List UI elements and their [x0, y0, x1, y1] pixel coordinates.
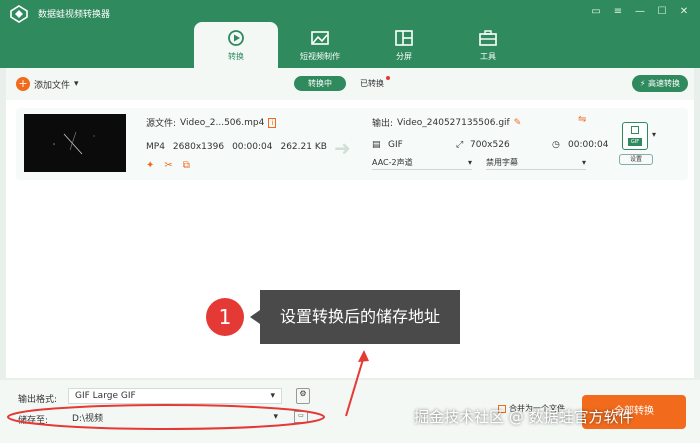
- app-title: 数据蛙视频转换器: [38, 10, 111, 20]
- tab-converting[interactable]: 转换中: [294, 76, 346, 91]
- chevron-down-icon: ▾: [467, 158, 472, 167]
- magic-wand-icon[interactable]: ✦: [146, 160, 154, 171]
- lightning-icon: ⚡: [639, 79, 646, 88]
- folder-icon[interactable]: ▭: [294, 411, 308, 423]
- save-path-value: D:\视频: [72, 413, 103, 424]
- convert-toolbar: + 添加文件 ▾ 转换中 已转换 ⚡ 高速转换: [6, 68, 694, 100]
- edit-tools: ✦ ✂ ⧉: [146, 160, 190, 171]
- tab-toolbox-label: 工具: [480, 52, 496, 61]
- maximize-icon[interactable]: ☐: [654, 4, 670, 20]
- output-name: Video_240527135506.gif: [397, 117, 510, 128]
- tutorial-callout: 1 设置转换后的储存地址: [206, 290, 461, 344]
- tab-split-screen-label: 分屏: [396, 52, 412, 61]
- scissors-icon[interactable]: ✂: [164, 160, 172, 171]
- output-format-label: 输出格式:: [18, 395, 58, 405]
- tab-mv[interactable]: 短视频制作: [278, 22, 362, 68]
- chevron-down-icon[interactable]: ▾: [652, 130, 656, 139]
- source-duration: 00:00:04: [232, 142, 273, 152]
- tab-converted[interactable]: 已转换: [360, 76, 390, 89]
- file-item: 源文件: Video_2...506.mp4 i MP4 2680x1396 0…: [16, 108, 688, 180]
- chevron-down-icon: ▾: [581, 158, 586, 167]
- output-format: GIF: [388, 140, 403, 150]
- title-bar: 数据蛙视频转换器 ▭ ≡ — ☐ ✕ 转换 短视频制作 分屏 工具: [0, 0, 700, 68]
- resize-icon: ⤢: [456, 140, 464, 150]
- output-format-button[interactable]: GIF: [622, 122, 648, 150]
- step-number: 1: [206, 298, 244, 336]
- format-settings-icon[interactable]: ⚙: [296, 388, 310, 404]
- subtitle-value: 禁用字幕: [486, 158, 518, 167]
- fast-convert-button[interactable]: ⚡ 高速转换: [631, 75, 688, 92]
- toolbox-icon: [479, 30, 497, 46]
- watermark-text: 掘金技术社区 @ 数据蛙官方软件: [414, 408, 634, 426]
- mv-icon: [311, 31, 329, 45]
- tab-mv-label: 短视频制作: [300, 52, 340, 61]
- save-to-label: 储存至:: [18, 416, 49, 426]
- app-logo-icon: [10, 5, 28, 23]
- video-thumbnail[interactable]: [24, 114, 126, 172]
- plus-icon: +: [16, 77, 30, 91]
- minimize-icon[interactable]: —: [632, 4, 648, 20]
- clock-icon: ◷: [552, 140, 560, 150]
- source-format: MP4: [146, 142, 165, 152]
- merge-icon[interactable]: ⇋: [578, 114, 586, 125]
- window-controls: ▭ ≡ — ☐ ✕: [588, 4, 692, 20]
- settings-button[interactable]: 设置: [619, 154, 653, 165]
- pencil-icon[interactable]: ✎: [514, 118, 522, 128]
- chevron-down-icon[interactable]: ▾: [74, 79, 79, 89]
- source-meta: MP4 2680x1396 00:00:04 262.21 KB: [146, 142, 327, 152]
- subtitle-edit-icon[interactable]: ⧉: [183, 160, 190, 171]
- convert-status-tabs: 转换中 已转换: [294, 76, 390, 91]
- audio-track-select[interactable]: AAC-2声道 ▾: [372, 156, 472, 170]
- output-resolution: 700x526: [470, 140, 510, 150]
- output-file-name: 输出: Video_240527135506.gif ✎: [372, 116, 522, 130]
- fast-convert-label: 高速转换: [648, 79, 680, 88]
- subtitle-select[interactable]: 禁用字幕 ▾: [486, 156, 586, 170]
- new-badge-dot: [386, 76, 390, 80]
- thumbnail-art: [53, 131, 95, 155]
- tab-convert[interactable]: 转换: [194, 22, 278, 68]
- source-file-name: 源文件: Video_2...506.mp4 i: [146, 116, 277, 129]
- source-label: 源文件:: [146, 119, 177, 129]
- info-icon[interactable]: i: [268, 117, 277, 128]
- tab-toolbox[interactable]: 工具: [446, 22, 530, 68]
- arrow-right-icon: ➜: [334, 136, 351, 160]
- callout-text: 设置转换后的储存地址: [249, 290, 461, 344]
- feedback-icon[interactable]: ▭: [588, 4, 604, 20]
- output-label: 输出:: [372, 119, 394, 129]
- tab-split-screen[interactable]: 分屏: [362, 22, 446, 68]
- chevron-down-icon: ▾: [273, 412, 278, 422]
- tab-converted-label: 已转换: [360, 79, 384, 88]
- image-file-icon: [631, 126, 639, 134]
- source-name: Video_2...506.mp4: [180, 117, 265, 128]
- main-nav-tabs: 转换 短视频制作 分屏 工具: [194, 22, 530, 68]
- output-duration: 00:00:04: [568, 140, 609, 150]
- tab-convert-label: 转换: [228, 52, 244, 61]
- close-icon[interactable]: ✕: [676, 4, 692, 20]
- source-size: 262.21 KB: [280, 142, 327, 152]
- source-resolution: 2680x1396: [172, 142, 225, 152]
- format-badge: GIF: [628, 138, 642, 146]
- video-format-icon: ▤: [372, 140, 381, 150]
- chevron-down-icon: ▾: [270, 391, 275, 401]
- output-format-select[interactable]: GIF Large GIF ▾: [68, 388, 282, 404]
- save-path-select[interactable]: D:\视频 ▾: [68, 409, 282, 425]
- convert-icon: [228, 30, 244, 46]
- output-format-value: GIF Large GIF: [75, 391, 136, 401]
- output-selects: AAC-2声道 ▾ 禁用字幕 ▾: [372, 156, 586, 170]
- split-screen-icon: [395, 30, 413, 46]
- audio-track-value: AAC-2声道: [372, 158, 413, 167]
- add-file-label: 添加文件: [34, 80, 71, 91]
- add-file-button[interactable]: + 添加文件 ▾: [16, 77, 79, 91]
- menu-icon[interactable]: ≡: [610, 4, 626, 20]
